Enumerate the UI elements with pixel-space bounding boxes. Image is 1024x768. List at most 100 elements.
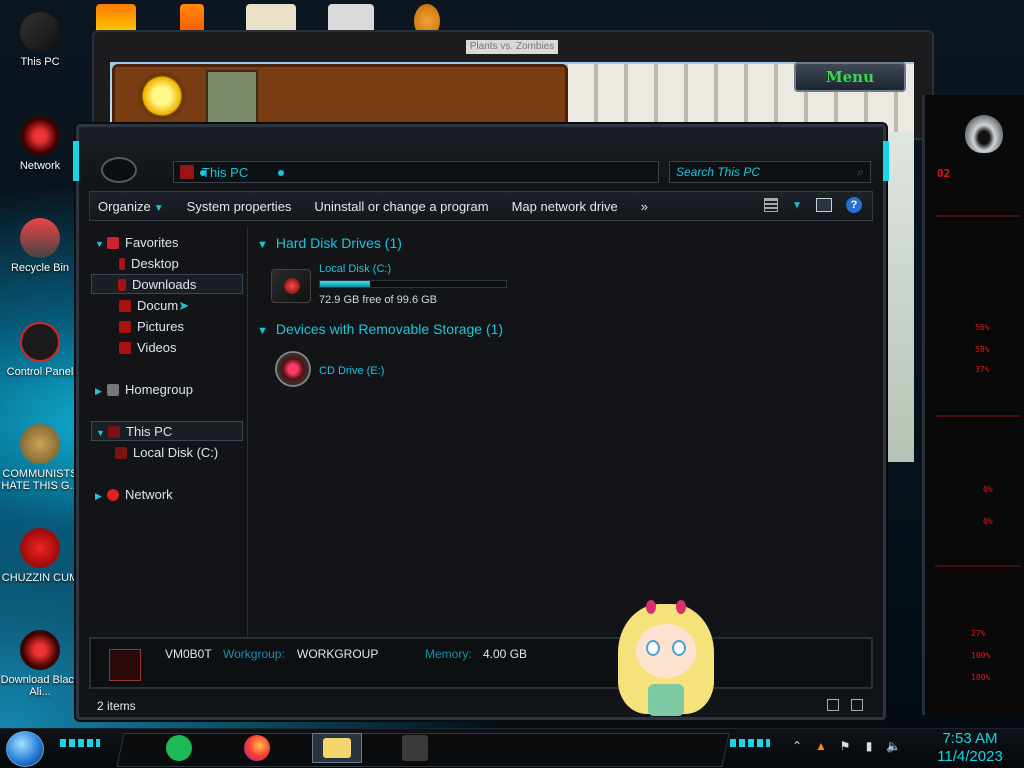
nav-item-desktop[interactable]: Desktop bbox=[119, 254, 179, 274]
content-pane[interactable]: ▼ Hard Disk Drives (1) Local Disk (C:) 72… bbox=[257, 227, 869, 637]
desktop-icon-network[interactable]: Network bbox=[0, 116, 80, 172]
nav-item-downloads[interactable]: Downloads bbox=[91, 274, 243, 294]
search-icon[interactable]: ⌕ bbox=[857, 165, 864, 180]
group-header-removable-storage[interactable]: ▼ Devices with Removable Storage (1) bbox=[257, 321, 503, 337]
search-input[interactable]: Search This PC ⌕ bbox=[669, 161, 871, 183]
back-forward-button[interactable] bbox=[101, 157, 137, 183]
peashooter-seed-card[interactable] bbox=[206, 70, 258, 126]
navigation-pane: ▼ Favorites Desktop Downloads Docum➤ Pict… bbox=[89, 227, 247, 637]
nav-item-network[interactable]: ▶ Network bbox=[95, 485, 173, 505]
chevron-right-icon[interactable]: ▶ bbox=[95, 486, 107, 506]
taskbar-app-plants-vs-zombies[interactable] bbox=[390, 733, 440, 763]
nav-item-this-pc[interactable]: ▼ This PC bbox=[91, 421, 243, 441]
desktop-icon-label: Control Panel bbox=[6, 366, 74, 378]
desktop-icon-label: COMMUNISTS HATE THIS G... bbox=[1, 468, 79, 492]
show-hidden-icons-icon[interactable]: ⌃ bbox=[790, 739, 804, 753]
drive-capacity-fill bbox=[320, 281, 370, 287]
desktop-icon-communists[interactable]: COMMUNISTS HATE THIS G... bbox=[0, 424, 80, 492]
app-tray-icon[interactable]: ▲ bbox=[814, 739, 828, 753]
gadget-readout: 58% bbox=[975, 345, 990, 354]
taskbar-decoration bbox=[730, 739, 770, 747]
more-commands-button[interactable]: » bbox=[633, 199, 663, 214]
gadget-divider bbox=[935, 215, 1021, 217]
drive-capacity-bar bbox=[319, 280, 507, 288]
memory-label: Memory: bbox=[425, 647, 472, 661]
uninstall-program-button[interactable]: Uninstall or change a program bbox=[306, 199, 503, 214]
taskbar-app-spotify[interactable] bbox=[162, 733, 196, 763]
breadcrumb-arrow-icon[interactable] bbox=[278, 170, 284, 176]
system-properties-button[interactable]: System properties bbox=[179, 199, 307, 214]
chevron-down-icon[interactable]: ▼ bbox=[96, 423, 108, 443]
gadget-readout: 0% bbox=[983, 485, 993, 494]
network-globe-icon bbox=[20, 116, 60, 156]
address-bar[interactable]: This PC ⌄ ↻ bbox=[173, 161, 745, 183]
preview-pane-icon[interactable] bbox=[816, 198, 832, 212]
recycle-bin-icon bbox=[20, 218, 60, 258]
desktop-icon-recycle-bin[interactable]: Recycle Bin bbox=[0, 218, 80, 274]
details-pane: VM0B0T Workgroup: WORKGROUP Memory: 4.00… bbox=[89, 637, 873, 689]
command-bar: Organize ▼ System properties Uninstall or… bbox=[89, 191, 873, 221]
change-view-icon[interactable] bbox=[764, 198, 779, 212]
taskbar-clock[interactable]: 7:53 AM 11/4/2023 bbox=[932, 730, 1008, 766]
downloads-folder-icon bbox=[118, 279, 126, 291]
chevron-down-icon[interactable]: ▼ bbox=[95, 234, 107, 254]
spotify-icon bbox=[166, 735, 192, 761]
sticker-body bbox=[648, 684, 684, 716]
group-header-hard-disk-drives[interactable]: ▼ Hard Disk Drives (1) bbox=[257, 235, 402, 251]
clock-date: 11/4/2023 bbox=[937, 748, 1003, 765]
map-network-drive-button[interactable]: Map network drive bbox=[504, 199, 633, 214]
large-icons-view-icon[interactable] bbox=[851, 699, 863, 711]
breadcrumb-this-pc[interactable]: This PC bbox=[202, 165, 248, 180]
taskbar-app-firefox[interactable] bbox=[240, 733, 274, 763]
help-icon[interactable]: ? bbox=[846, 197, 862, 213]
chevron-down-icon[interactable]: ▼ bbox=[257, 325, 268, 337]
organize-button[interactable]: Organize ▼ bbox=[90, 199, 179, 214]
nav-label: Desktop bbox=[131, 256, 179, 271]
workgroup-value: WORKGROUP bbox=[297, 647, 379, 661]
window-accent bbox=[883, 141, 889, 181]
nav-item-pictures[interactable]: Pictures bbox=[119, 317, 184, 337]
nav-item-homegroup[interactable]: ▶ Homegroup bbox=[95, 380, 193, 400]
nav-item-videos[interactable]: Videos bbox=[119, 338, 177, 358]
pane-divider[interactable] bbox=[247, 227, 248, 637]
details-view-icon[interactable] bbox=[827, 699, 839, 711]
sticker-eye bbox=[672, 640, 686, 656]
gadget-readout: 100% bbox=[971, 673, 991, 682]
favorites-star-icon bbox=[107, 237, 119, 249]
hard-drive-icon bbox=[115, 447, 127, 459]
start-button[interactable] bbox=[6, 731, 44, 767]
nav-item-local-disk[interactable]: Local Disk (C:) bbox=[115, 443, 218, 463]
taskbar-decoration bbox=[60, 739, 100, 747]
computer-icon bbox=[109, 649, 141, 681]
flag-icon[interactable]: ⚑ bbox=[838, 739, 852, 753]
computer-icon bbox=[180, 165, 194, 179]
explorer-titlebar[interactable]: This PC ⌄ ↻ Search This PC ⌕ bbox=[79, 127, 883, 185]
chevron-down-icon[interactable]: ▼ bbox=[792, 200, 802, 211]
desktop-icon-chuzzin[interactable]: CHUZZIN CUM bbox=[0, 528, 80, 584]
desktop-icon-label: CHUZZIN CUM bbox=[1, 572, 79, 584]
nav-item-favorites[interactable]: ▼ Favorites bbox=[95, 233, 178, 253]
chevron-down-icon[interactable]: ▼ bbox=[257, 239, 268, 251]
gadget-divider bbox=[935, 415, 1021, 417]
taskbar-app-file-explorer[interactable] bbox=[312, 733, 362, 763]
explorer-window[interactable]: This PC ⌄ ↻ Search This PC ⌕ Organize▼ S… bbox=[73, 124, 889, 720]
group-header-label: Hard Disk Drives (1) bbox=[275, 235, 402, 251]
taskbar: ⌃ ▲ ⚑ ▮ 🔈 7:53 AM 11/4/2023 bbox=[0, 728, 1024, 768]
network-globe-icon bbox=[107, 489, 119, 501]
money-bag-icon bbox=[20, 424, 60, 464]
sun-counter-icon bbox=[138, 72, 186, 120]
network-icon[interactable]: ▮ bbox=[862, 739, 876, 753]
desktop-icon-this-pc[interactable]: This PC bbox=[0, 12, 80, 68]
sticker-horn bbox=[676, 600, 686, 614]
desktop-icon-download-black-alien[interactable]: Download Black Ali... bbox=[0, 630, 80, 698]
organize-label: Organize bbox=[98, 198, 151, 214]
chevron-right-icon[interactable]: ▶ bbox=[95, 381, 107, 401]
nav-item-documents[interactable]: Docum➤ bbox=[119, 296, 189, 316]
desktop-icon-control-panel[interactable]: Control Panel bbox=[0, 322, 80, 378]
gadget-readout: 0% bbox=[983, 517, 993, 526]
sticker-face bbox=[636, 624, 696, 678]
drive-name: Local Disk (C:) bbox=[319, 263, 392, 275]
volume-icon[interactable]: 🔈 bbox=[886, 739, 901, 753]
game-menu-button[interactable]: Menu bbox=[794, 62, 906, 92]
breadcrumb-arrow-icon[interactable] bbox=[200, 170, 206, 176]
